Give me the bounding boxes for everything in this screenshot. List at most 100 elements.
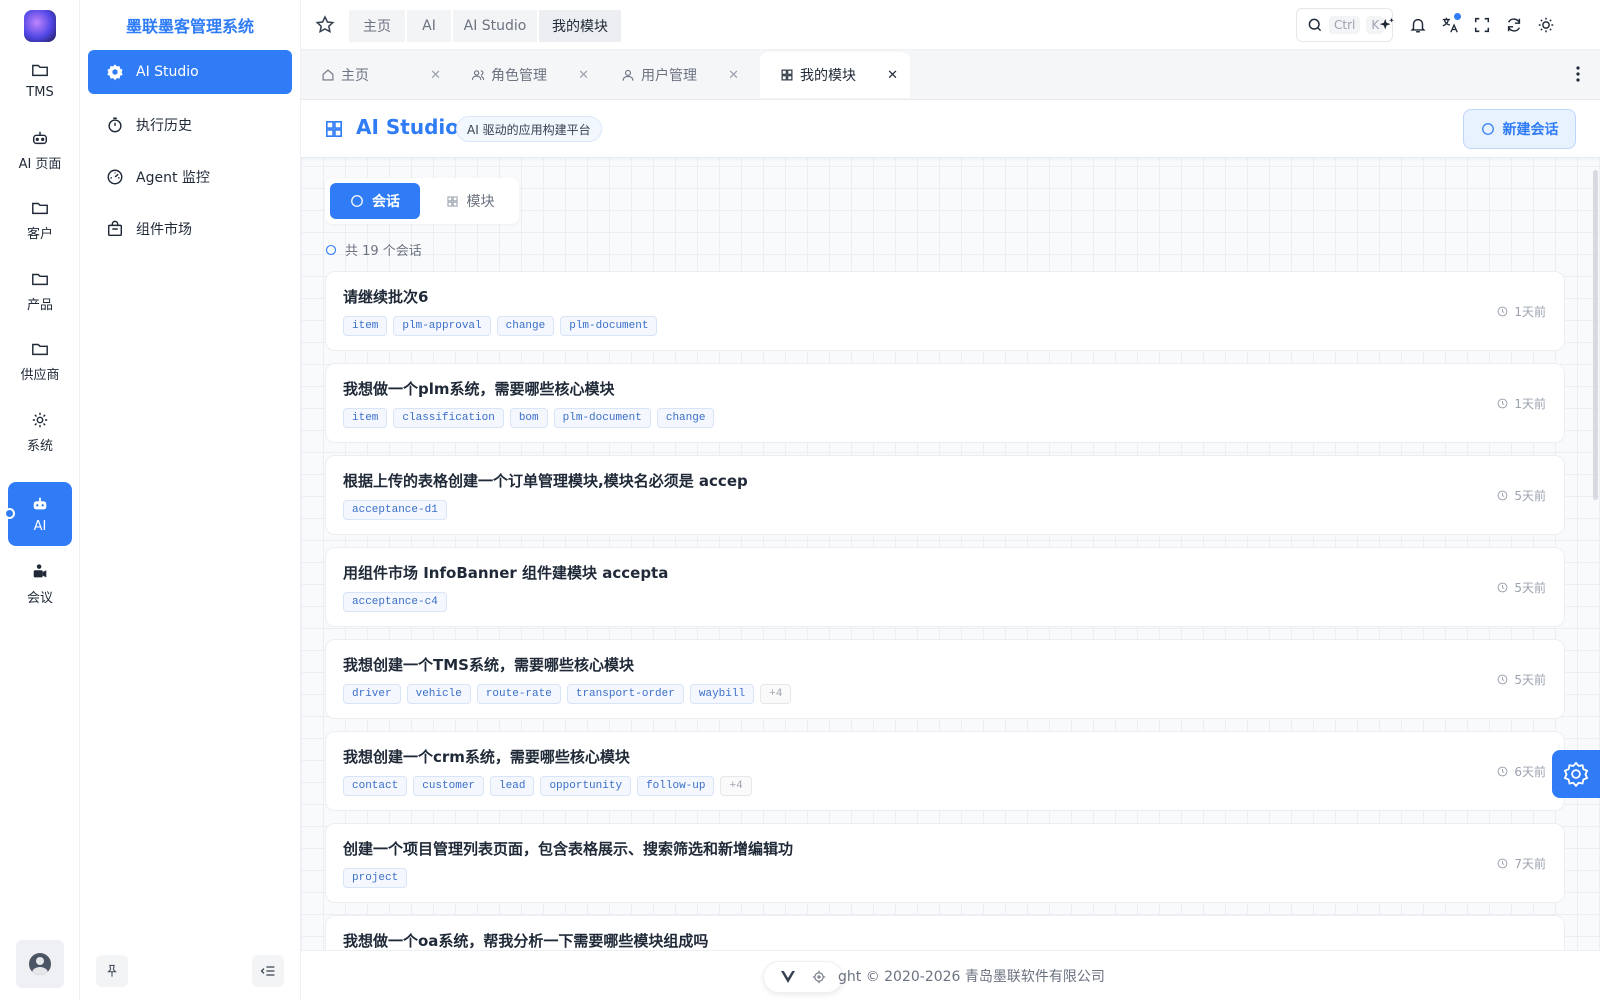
pin-button[interactable]	[96, 955, 128, 987]
bell-icon[interactable]	[1409, 16, 1427, 34]
conversation-time-text: 5天前	[1514, 581, 1546, 595]
module-tags: contact customer lead opportunity follow-up +…	[343, 776, 752, 796]
rail-item-product[interactable]: 产品	[8, 259, 72, 323]
conversation-card[interactable]: 我想创建一个crm系统，需要哪些核心模块 contact customer lead o…	[325, 731, 1565, 811]
rail-item-label: 系统	[26, 438, 53, 454]
sidebar-item-history[interactable]: 执行历史	[88, 103, 292, 147]
grid-icon	[325, 120, 343, 138]
user-icon	[622, 69, 634, 81]
module-tag: waybill	[689, 684, 755, 704]
rail-item-customer[interactable]: 客户	[8, 188, 72, 252]
conversation-time: 6天前	[1497, 763, 1546, 780]
rail-item-meeting[interactable]: 会议	[8, 552, 72, 616]
clock-icon	[1497, 674, 1508, 685]
tab-label: 角色管理	[491, 68, 547, 84]
conversation-title: 请继续批次6	[343, 288, 429, 306]
rail-item-tms[interactable]: TMS	[8, 48, 72, 112]
sidebar-item-component-market[interactable]: 组件市场	[88, 207, 292, 251]
video-camera-icon	[33, 563, 47, 577]
tab-label: 主页	[341, 68, 369, 84]
crosshair-icon[interactable]	[812, 970, 826, 984]
conversation-card[interactable]: 用组件市场 InfoBanner 组件建模块 accepta acceptance…	[325, 547, 1565, 627]
sidebar-item-ai-studio[interactable]: AI Studio	[88, 50, 292, 94]
collapse-sidebar-button[interactable]	[252, 955, 284, 987]
close-icon[interactable]: ✕	[578, 68, 589, 83]
conversation-card[interactable]: 请继续批次6 item plm-approval change plm-document…	[325, 271, 1565, 351]
copyright: ght © 2020-2026 青岛墨联软件有限公司	[838, 969, 1105, 985]
sparkles-icon[interactable]	[1378, 16, 1396, 34]
tab-role-management[interactable]: 角色管理 ✕	[451, 52, 601, 98]
module-tag: change	[656, 408, 715, 428]
more-vertical-icon[interactable]	[1576, 66, 1580, 82]
module-tag: acceptance-d1	[343, 500, 447, 520]
breadcrumb-current: 我的模块	[539, 10, 621, 42]
sidebar-item-agent-monitor[interactable]: Agent 监控	[88, 155, 292, 199]
rail-item-system[interactable]: 系统	[8, 400, 72, 464]
module-tags: item plm-approval change plm-document	[343, 316, 658, 336]
search-icon	[1308, 18, 1322, 32]
module-tag: plm-document	[560, 316, 658, 336]
rail-item-ai-page[interactable]: AI 页面	[8, 118, 72, 182]
close-icon[interactable]: ✕	[430, 68, 441, 83]
segment-label: 会话	[372, 194, 400, 210]
rail-item-label: 产品	[26, 297, 53, 313]
module-tag: opportunity	[540, 776, 632, 796]
scrollbar[interactable]	[1593, 170, 1598, 500]
conversation-card[interactable]: 我想创建一个TMS系统，需要哪些核心模块 driver vehicle route-r…	[325, 639, 1565, 719]
tab-my-modules[interactable]: 我的模块 ✕	[760, 52, 910, 98]
conversation-card[interactable]: 我想做一个plm系统，需要哪些核心模块 item classification bom…	[325, 363, 1565, 443]
rail-item-label: 供应商	[20, 367, 60, 383]
breadcrumb-item[interactable]: AI	[407, 10, 451, 42]
close-icon[interactable]: ✕	[728, 68, 739, 83]
new-conversation-button[interactable]: 新建会话	[1463, 109, 1576, 149]
pin-icon	[107, 964, 117, 977]
gear-icon	[1563, 761, 1589, 787]
grid-icon	[781, 69, 793, 81]
app-logo[interactable]	[24, 10, 56, 42]
conversation-card[interactable]: 我想做一个oa系统，帮我分析一下需要哪些模块组成吗	[325, 915, 1565, 950]
settings-float-button[interactable]	[1552, 750, 1600, 798]
rail-item-label: 会议	[26, 590, 53, 606]
conversation-title: 创建一个项目管理列表页面，包含表格展示、搜索筛选和新增编辑功	[343, 840, 794, 858]
page-subtitle-badge: AI 驱动的应用构建平台	[456, 116, 602, 142]
sidebar-item-label: Agent 监控	[136, 170, 210, 186]
new-conversation-label: 新建会话	[1502, 122, 1559, 138]
more-tags-badge: +4	[760, 684, 792, 704]
view-switcher: 会话 模块	[325, 178, 519, 224]
tab-home[interactable]: 主页 ✕	[301, 52, 453, 98]
conversation-card[interactable]: 创建一个项目管理列表页面，包含表格展示、搜索筛选和新增编辑功 project 7天前	[325, 823, 1565, 903]
robot-icon	[33, 497, 47, 509]
module-tag: change	[496, 316, 555, 336]
conversation-title: 根据上传的表格创建一个订单管理模块,模块名必须是 accep	[343, 472, 748, 490]
refresh-icon[interactable]	[1505, 16, 1523, 34]
star-icon[interactable]	[315, 15, 335, 35]
module-tag: plm-approval	[393, 316, 491, 336]
conversation-card[interactable]: 根据上传的表格创建一个订单管理模块,模块名必须是 accep acceptance…	[325, 455, 1565, 535]
tab-user-management[interactable]: 用户管理 ✕	[601, 52, 751, 98]
module-tag: route-rate	[476, 684, 561, 704]
rail-item-supplier[interactable]: 供应商	[8, 329, 72, 393]
vue-logo-icon[interactable]	[780, 971, 795, 983]
fullscreen-icon[interactable]	[1473, 16, 1491, 34]
breadcrumb-item[interactable]: 主页	[349, 10, 405, 42]
segment-modules[interactable]: 模块	[425, 183, 515, 219]
chat-icon	[1481, 123, 1494, 135]
home-icon	[322, 69, 334, 81]
module-tag: item	[343, 408, 388, 428]
module-tags: item classification bom plm-document change	[343, 408, 715, 428]
sun-icon[interactable]	[1537, 16, 1555, 34]
module-tags: acceptance-c4	[343, 592, 447, 612]
grid-icon	[446, 195, 458, 207]
avatar[interactable]	[16, 940, 64, 988]
sidebar: 墨联墨客管理系统 AI Studio 执行历史 Agent 监控 组件市场	[80, 0, 301, 1000]
close-icon[interactable]: ✕	[887, 68, 898, 83]
rail-item-ai[interactable]: AI	[8, 482, 72, 546]
top-header: 主页 AI AI Studio 我的模块 Ctrl K	[301, 0, 1600, 50]
rail-item-label: TMS	[26, 84, 54, 100]
conversation-time-text: 6天前	[1514, 765, 1546, 779]
breadcrumb-item[interactable]: AI Studio	[453, 10, 537, 42]
conversation-count-text: 共 19 个会话	[345, 244, 422, 259]
conversation-time: 7天前	[1497, 855, 1546, 872]
segment-conversations[interactable]: 会话	[330, 183, 420, 219]
translate-icon[interactable]	[1441, 16, 1459, 34]
